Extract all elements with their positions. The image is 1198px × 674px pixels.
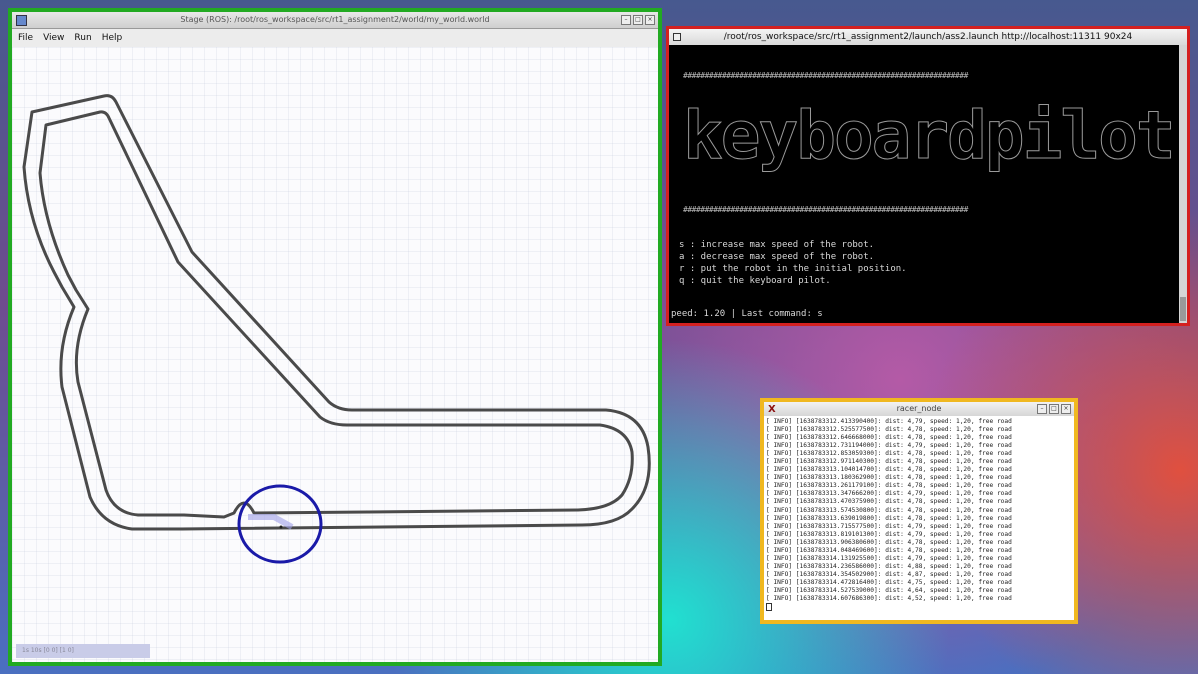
menu-run[interactable]: Run (74, 33, 91, 43)
terminal-menu-icon[interactable] (673, 33, 681, 41)
log-line: [ INFO] [1638783313.715577500]: dist: 4,… (766, 522, 1012, 530)
terminal-window[interactable]: /root/ros_workspace/src/rt1_assignment2/… (666, 26, 1190, 326)
speed-status-line: peed: 1.20 | Last command: s (671, 309, 823, 319)
stage-menubar: File View Run Help (12, 29, 658, 48)
stage-window-buttons: – □ × (621, 15, 655, 25)
hash-line-bottom: ########################################… (683, 205, 968, 214)
robot-marker (279, 525, 283, 529)
minimize-button[interactable]: – (621, 15, 631, 25)
command-help-s: s : increase max speed of the robot. (679, 240, 875, 250)
log-line: [ INFO] [1638783314.236586000]: dist: 4,… (766, 562, 1012, 570)
log-line: [ INFO] [1638783313.906380600]: dist: 4,… (766, 538, 1012, 546)
terminal-titlebar[interactable]: /root/ros_workspace/src/rt1_assignment2/… (669, 29, 1187, 45)
log-line: [ INFO] [1638783313.470375900]: dist: 4,… (766, 498, 1012, 506)
command-help-a: a : decrease max speed of the robot. (679, 252, 875, 262)
robot-trail (248, 514, 294, 530)
log-line: [ INFO] [1638783313.261179100]: dist: 4,… (766, 482, 1012, 490)
menu-file[interactable]: File (18, 33, 33, 43)
racer-titlebar[interactable]: X racer_node – □ × (764, 402, 1074, 416)
track-inner-wall (38, 110, 634, 519)
close-button[interactable]: × (645, 15, 655, 25)
log-line: [ INFO] [1638783313.639019800]: dist: 4,… (766, 514, 1012, 522)
keyboard-pilot-banner: keyboardpilot (683, 97, 1177, 174)
log-line: [ INFO] [1638783313.180362900]: dist: 4,… (766, 474, 1012, 482)
log-line: [ INFO] [1638783314.527539000]: dist: 4,… (766, 586, 1012, 594)
stage-titlebar[interactable]: Stage (ROS): /root/ros_workspace/src/rt1… (12, 12, 658, 29)
command-help-r: r : put the robot in the initial positio… (679, 264, 907, 274)
racer-title: racer_node (896, 404, 942, 413)
log-line: [ INFO] [1638783314.048469600]: dist: 4,… (766, 546, 1012, 554)
terminal-title: /root/ros_workspace/src/rt1_assignment2/… (723, 32, 1133, 42)
close-button[interactable]: × (1061, 404, 1071, 414)
stage-app-icon (16, 15, 27, 26)
racer-node-window[interactable]: X racer_node – □ × [ INFO] [1638783312.4… (760, 398, 1078, 624)
command-help-q: q : quit the keyboard pilot. (679, 276, 831, 286)
racer-window-buttons: – □ × (1037, 404, 1071, 414)
stage-window[interactable]: Stage (ROS): /root/ros_workspace/src/rt1… (8, 8, 662, 666)
track-outer-wall (22, 94, 651, 531)
log-line: [ INFO] [1638783313.819101300]: dist: 4,… (766, 530, 1012, 538)
terminal-cursor (766, 603, 772, 612)
log-line: [ INFO] [1638783314.354502900]: dist: 4,… (766, 570, 1012, 578)
log-line: [ INFO] [1638783312.525577500]: dist: 4,… (766, 426, 1012, 434)
log-line: [ INFO] [1638783314.131925500]: dist: 4,… (766, 554, 1012, 562)
terminal-scroll-thumb[interactable] (1180, 297, 1186, 321)
log-line: [ INFO] [1638783313.104014700]: dist: 4,… (766, 466, 1012, 474)
log-line: [ INFO] [1638783312.971140300]: dist: 4,… (766, 458, 1012, 466)
stage-title: Stage (ROS): /root/ros_workspace/src/rt1… (180, 15, 490, 24)
log-line: [ INFO] [1638783312.853059300]: dist: 4,… (766, 450, 1012, 458)
terminal-body[interactable]: ########################################… (669, 45, 1179, 323)
maximize-button[interactable]: □ (1049, 404, 1059, 414)
log-line: [ INFO] [1638783314.472816400]: dist: 4,… (766, 578, 1012, 586)
track-map (22, 94, 651, 564)
minimize-button[interactable]: – (1037, 404, 1047, 414)
log-line: [ INFO] [1638783312.413390400]: dist: 4,… (766, 418, 1012, 425)
log-line: [ INFO] [1638783312.731194000]: dist: 4,… (766, 442, 1012, 450)
terminal-scrollbar[interactable] (1179, 45, 1187, 323)
hash-line-top: ########################################… (683, 71, 968, 80)
log-line: [ INFO] [1638783313.574530800]: dist: 4,… (766, 506, 1012, 514)
log-line: [ INFO] [1638783313.347666200]: dist: 4,… (766, 490, 1012, 498)
x-logo-icon: X (768, 404, 776, 415)
log-line: [ INFO] [1638783314.607686300]: dist: 4,… (766, 595, 1012, 603)
menu-help[interactable]: Help (102, 33, 123, 43)
stage-status: 1s 10s [0 0] [1 0] (16, 644, 150, 658)
menu-view[interactable]: View (43, 33, 64, 43)
racer-log[interactable]: [ INFO] [1638783312.413390400]: dist: 4,… (766, 418, 1072, 618)
robot-highlight-circle (237, 484, 323, 564)
log-line: [ INFO] [1638783312.646668000]: dist: 4,… (766, 434, 1012, 442)
maximize-button[interactable]: □ (633, 15, 643, 25)
stage-canvas[interactable] (12, 47, 658, 662)
